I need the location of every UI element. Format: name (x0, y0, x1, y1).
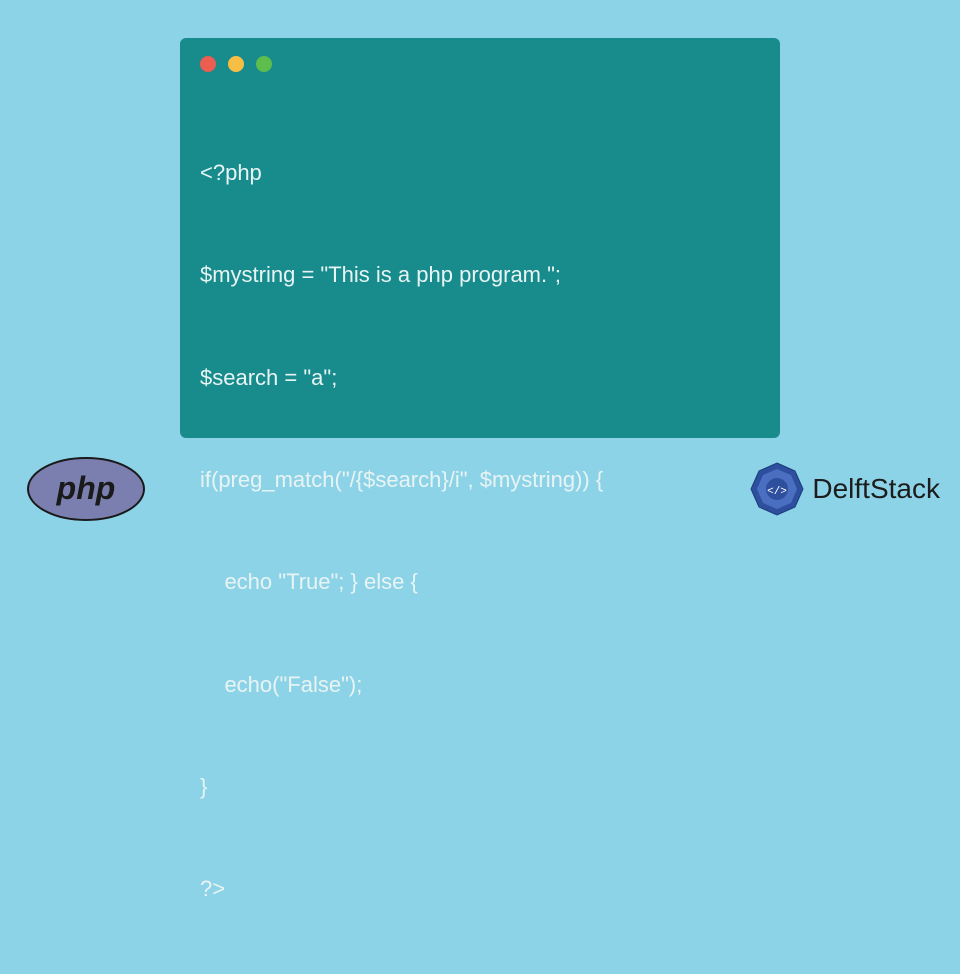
code-window: <?php $mystring = "This is a php program… (180, 38, 780, 438)
code-line: if(preg_match("/{$search}/i", $mystring)… (200, 463, 760, 497)
code-line: $search = "a"; (200, 361, 760, 395)
code-line: } (200, 770, 760, 804)
svg-text:php: php (56, 470, 116, 506)
close-icon (200, 56, 216, 72)
maximize-icon (256, 56, 272, 72)
code-line: ?> (200, 872, 760, 906)
minimize-icon (228, 56, 244, 72)
delftstack-logo: </> DelftStack (748, 460, 940, 518)
svg-text:</>: </> (767, 486, 787, 498)
delftstack-label: DelftStack (812, 473, 940, 505)
php-logo-icon: php (26, 456, 146, 522)
code-line: echo("False"); (200, 668, 760, 702)
delftstack-icon: </> (748, 460, 806, 518)
code-content: <?php $mystring = "This is a php program… (200, 88, 760, 974)
code-line: $mystring = "This is a php program."; (200, 258, 760, 292)
window-controls (200, 56, 760, 72)
code-line: echo "True"; } else { (200, 565, 760, 599)
code-line: <?php (200, 156, 760, 190)
